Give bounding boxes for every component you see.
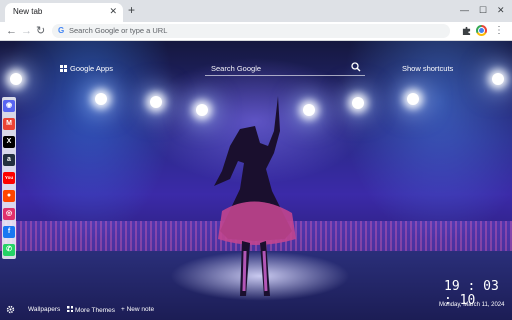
tab-strip: New tab ✕ + — ☐ ✕ [0,0,512,22]
sidebar-gmail-icon[interactable]: M [3,118,15,130]
apps-grid-icon [60,65,67,72]
themes-grid-icon [67,306,73,312]
browser-toolbar: ← → ↻ G Search Google or type a URL ⋮ [0,22,512,41]
maximize-button[interactable]: ☐ [479,4,487,16]
new-tab-button[interactable]: + [128,4,135,16]
google-g-icon: G [58,26,65,35]
stage-light [492,73,504,85]
stage-light [407,93,419,105]
settings-gear-icon[interactable] [6,305,15,314]
stage-light [10,73,22,85]
new-tab-page: Google Apps Show shortcuts ◉MXaYou●◎f✆ 1… [0,41,512,320]
more-themes-label: More Themes [75,307,115,314]
tab-new-tab[interactable]: New tab ✕ [5,3,123,22]
search-icon[interactable] [351,62,361,72]
forward-button[interactable]: → [21,24,32,38]
sidebar-whatsapp-icon[interactable]: ✆ [3,244,15,256]
shortcut-sidebar: ◉ M Xa You ● ◎ f ✆ [2,97,16,259]
sidebar-discord-icon[interactable]: ◉ [3,100,15,112]
tab-close-icon[interactable]: ✕ [109,6,117,16]
stage-light [352,97,364,109]
sidebar-reddit-icon[interactable]: ● [3,190,15,202]
google-apps-label: Google Apps [70,64,113,73]
chrome-profile-icon[interactable] [476,25,487,36]
tab-title: New tab [13,7,43,16]
sidebar-instagram-icon[interactable]: ◎ [3,208,15,220]
stage-light [150,96,162,108]
sidebar-facebook-icon[interactable]: f [3,226,15,238]
date-label: Monday, March 11, 2024 [439,302,505,308]
wallpaper-singer-figure [214,96,296,296]
sidebar-youtube-icon[interactable]: You [3,172,15,184]
minimize-button[interactable]: — [460,4,469,16]
google-apps-button[interactable]: Google Apps [60,64,113,74]
more-themes-link[interactable]: More Themes [67,306,115,315]
address-bar-placeholder: Search Google or type a URL [69,26,168,35]
stage-light [95,93,107,105]
address-bar[interactable]: G Search Google or type a URL [52,24,450,38]
wallpapers-link[interactable]: Wallpapers [28,306,60,314]
menu-dots-icon[interactable]: ⋮ [494,24,504,38]
back-button[interactable]: ← [6,24,17,38]
search-box [205,61,365,76]
show-shortcuts-button[interactable]: Show shortcuts [402,64,453,74]
new-note-button[interactable]: + New note [121,306,154,314]
close-window-button[interactable]: ✕ [497,4,505,16]
sidebar-x-icon[interactable]: X [3,136,15,148]
search-input[interactable] [205,62,351,74]
extensions-puzzle-icon[interactable] [462,26,471,35]
reload-button[interactable]: ↻ [36,24,45,38]
sidebar-amazon-icon[interactable]: a [3,154,15,166]
